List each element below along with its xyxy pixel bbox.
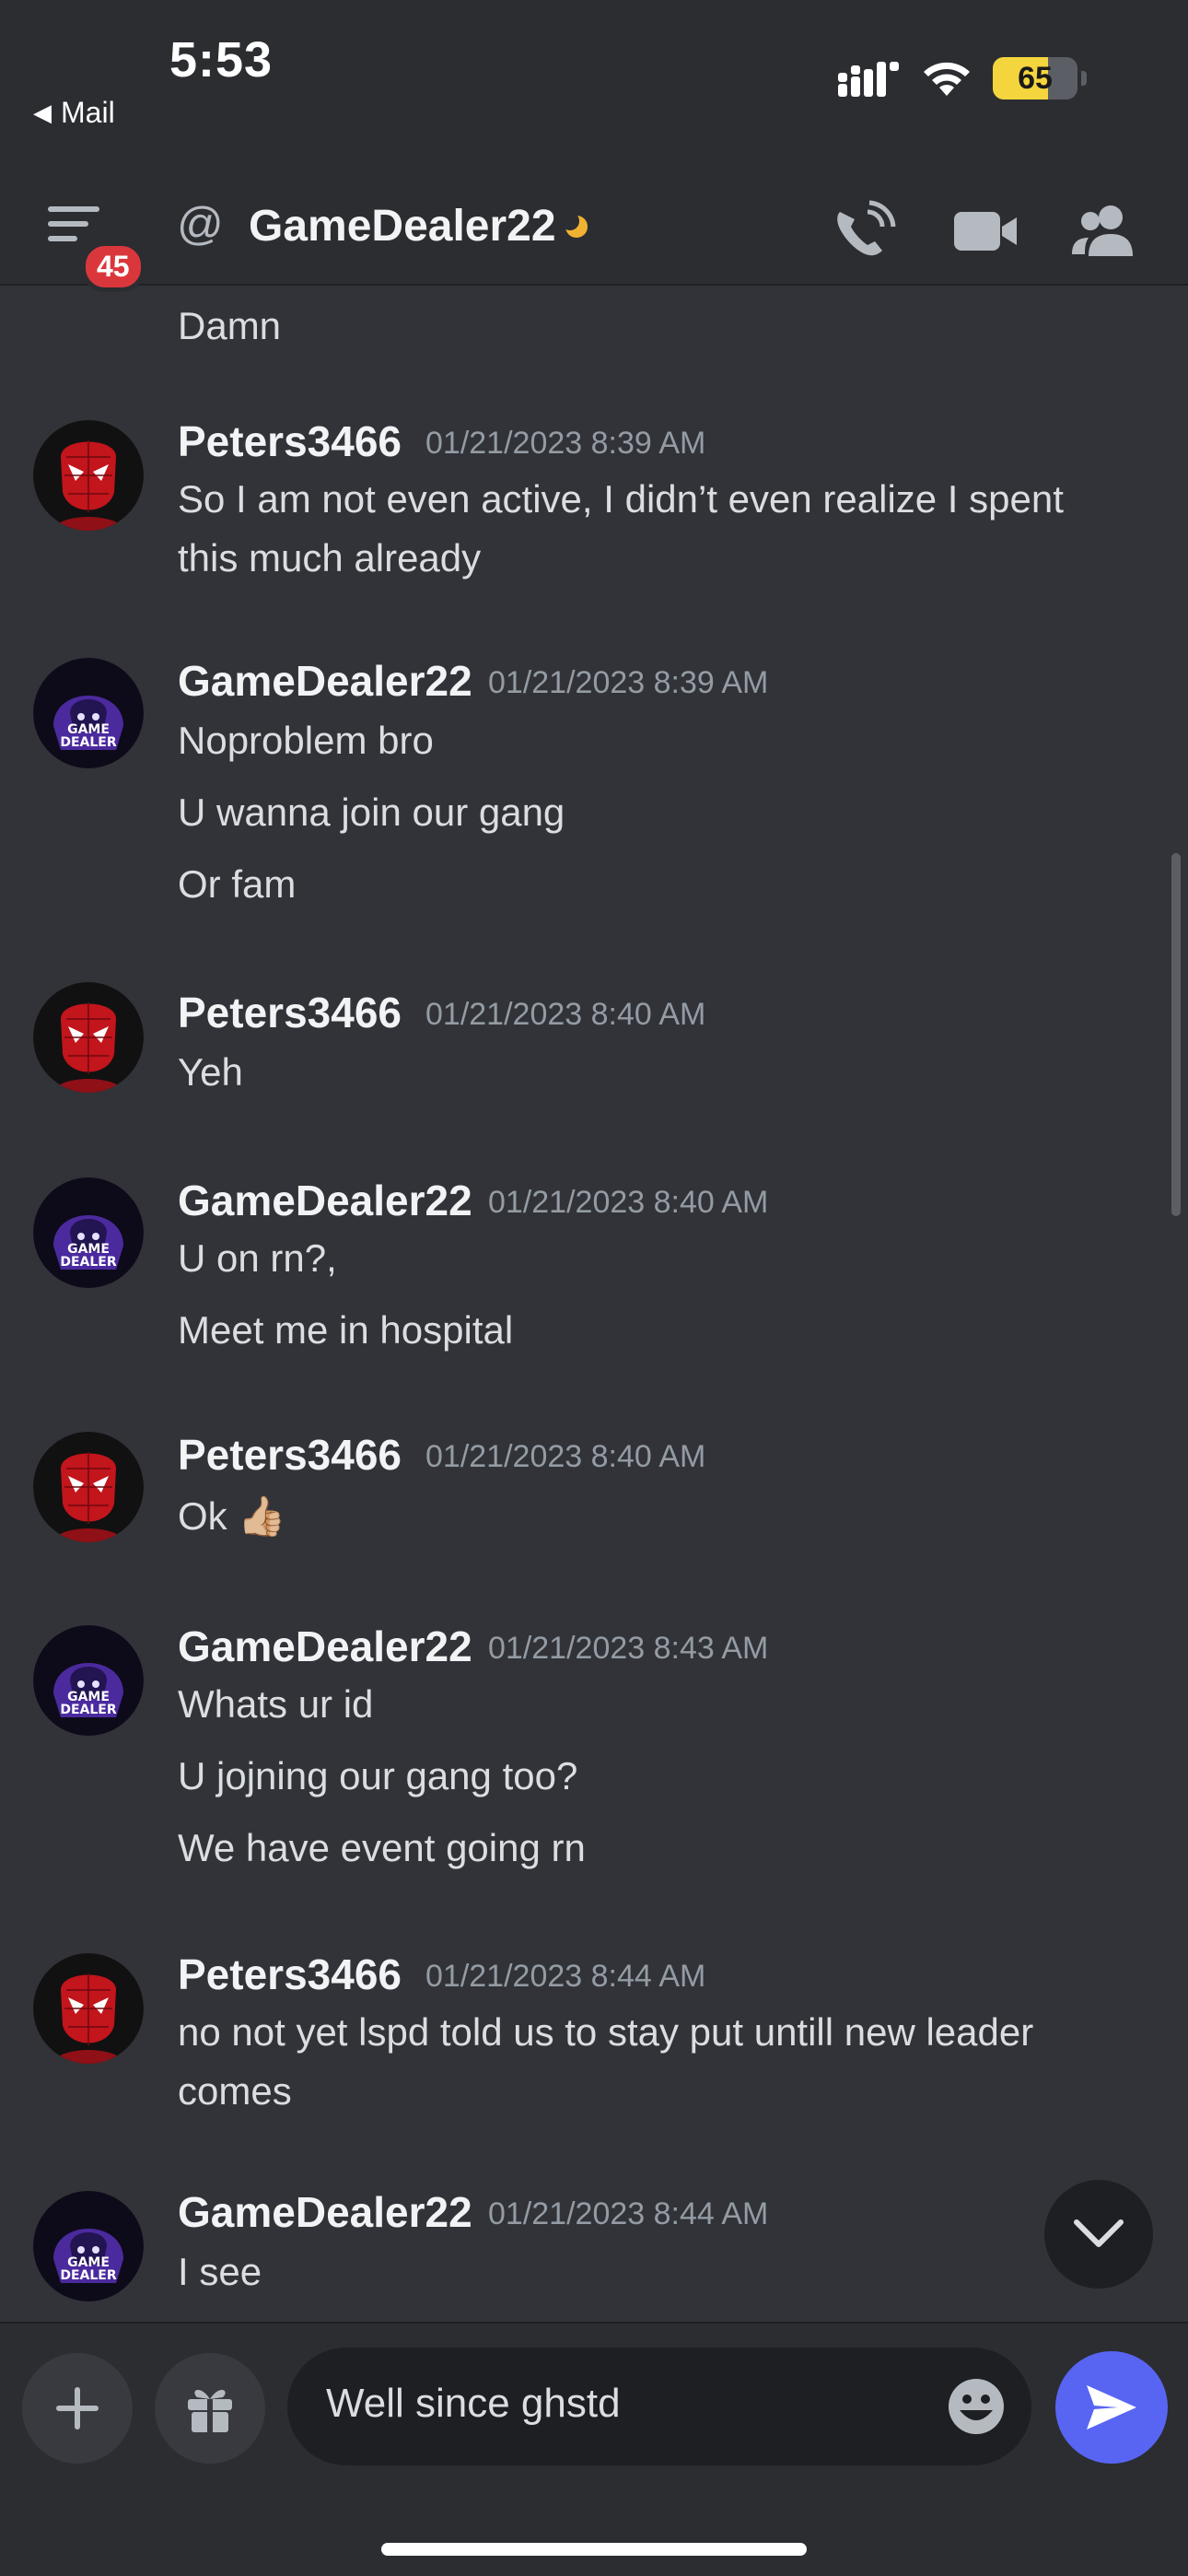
hamburger-icon bbox=[48, 206, 99, 241]
message-author[interactable]: GameDealer22 bbox=[178, 656, 472, 706]
unread-badge: 45 bbox=[81, 241, 146, 292]
thumbs-up-emoji: 👍🏼 bbox=[238, 1494, 286, 1538]
at-icon: @ bbox=[177, 198, 224, 250]
message-author[interactable]: Peters3466 bbox=[178, 1430, 402, 1480]
message-author[interactable]: GameDealer22 bbox=[178, 1176, 472, 1225]
message-timestamp: 01/21/2023 8:43 AM bbox=[488, 1631, 769, 1666]
spiderman-avatar[interactable] bbox=[33, 982, 144, 1093]
message-composer: Well since ghstd bbox=[0, 2322, 1188, 2576]
message-timestamp: 01/21/2023 8:40 AM bbox=[488, 1185, 769, 1220]
spiderman-avatar[interactable] bbox=[33, 420, 144, 531]
send-arrow-icon bbox=[1087, 2385, 1136, 2430]
back-label: Mail bbox=[61, 96, 115, 129]
back-triangle-icon: ◀ bbox=[33, 99, 52, 126]
message-line: Or fam bbox=[178, 862, 297, 906]
plus-icon bbox=[56, 2387, 99, 2430]
message-line: this much already bbox=[178, 536, 482, 580]
message-author[interactable]: GameDealer22 bbox=[178, 1622, 472, 1671]
message-line: Whats ur id bbox=[178, 1682, 374, 1726]
jump-to-bottom-button[interactable] bbox=[1044, 2180, 1153, 2289]
channel-header: 45 @ GameDealer22 bbox=[0, 175, 1188, 292]
message-author[interactable]: Peters3466 bbox=[178, 988, 402, 1037]
home-indicator[interactable] bbox=[381, 2543, 807, 2556]
voice-call-icon[interactable] bbox=[827, 199, 897, 263]
logo-text-dealer: DEALER bbox=[60, 2268, 117, 2283]
message-list[interactable]: Damn Peters3466 01/21/2023 8:39 AM So I … bbox=[0, 287, 1188, 2322]
scrollbar[interactable] bbox=[1171, 853, 1181, 1216]
channel-title[interactable]: GameDealer22 bbox=[249, 201, 556, 252]
message-line: comes bbox=[178, 2069, 292, 2113]
message-line: So I am not even active, I didn’t even r… bbox=[178, 477, 1064, 521]
message-line: U on rn?, bbox=[178, 1236, 337, 1280]
battery-level: 65 bbox=[1018, 60, 1053, 96]
message-line: Ok 👍🏼 bbox=[178, 1487, 286, 1546]
game-dealer-avatar[interactable]: GAME DEALER bbox=[33, 2191, 144, 2301]
message-line: U wanna join our gang bbox=[178, 790, 565, 834]
gift-icon bbox=[188, 2389, 232, 2432]
member-list-icon[interactable] bbox=[1068, 199, 1138, 263]
message-line: U jojning our gang too? bbox=[178, 1754, 578, 1797]
message-input-value[interactable]: Well since ghstd bbox=[326, 2381, 621, 2427]
idle-moon-icon bbox=[564, 214, 588, 238]
message-author[interactable]: GameDealer22 bbox=[178, 2187, 472, 2237]
message-line: Noproblem bro bbox=[178, 719, 434, 762]
back-to-mail-link[interactable]: ◀ Mail bbox=[33, 96, 115, 130]
message-author[interactable]: Peters3466 bbox=[178, 1950, 402, 1999]
status-bar: 5:53 ◀ Mail 65 bbox=[0, 0, 1188, 175]
logo-text-dealer: DEALER bbox=[60, 735, 117, 750]
message-text: Ok bbox=[178, 1494, 227, 1538]
message-line: Meet me in hospital bbox=[178, 1308, 514, 1352]
battery-icon: 65 bbox=[993, 57, 1077, 100]
message-author[interactable]: Peters3466 bbox=[178, 416, 402, 466]
message-timestamp: 01/21/2023 8:44 AM bbox=[488, 2196, 769, 2231]
emoji-icon[interactable] bbox=[947, 2377, 1006, 2436]
status-icons: 65 bbox=[838, 57, 1087, 100]
message-line: no not yet lspd told us to stay put unti… bbox=[178, 2010, 1034, 2054]
game-dealer-avatar[interactable]: GAME DEALER bbox=[33, 658, 144, 768]
message-timestamp: 01/21/2023 8:40 AM bbox=[425, 997, 706, 1032]
wifi-icon bbox=[924, 62, 970, 96]
status-time: 5:53 bbox=[169, 32, 274, 88]
menu-button[interactable]: 45 bbox=[48, 203, 146, 292]
send-button[interactable] bbox=[1055, 2351, 1168, 2464]
game-dealer-avatar[interactable]: GAME DEALER bbox=[33, 1625, 144, 1736]
message-line: Yeh bbox=[178, 1050, 243, 1094]
add-attachment-button[interactable] bbox=[22, 2353, 133, 2464]
message-line: Damn bbox=[178, 304, 282, 347]
message-timestamp: 01/21/2023 8:39 AM bbox=[488, 665, 769, 700]
video-call-icon[interactable] bbox=[950, 199, 1020, 263]
spiderman-avatar[interactable] bbox=[33, 1432, 144, 1542]
message-line: We have event going rn bbox=[178, 1826, 586, 1869]
message-line: I see bbox=[178, 2250, 262, 2293]
logo-text-dealer: DEALER bbox=[60, 1255, 117, 1270]
message-timestamp: 01/21/2023 8:39 AM bbox=[425, 426, 706, 461]
spiderman-avatar[interactable] bbox=[33, 1953, 144, 2064]
cellular-signal-icon bbox=[838, 62, 899, 97]
message-input[interactable]: Well since ghstd bbox=[287, 2348, 1031, 2465]
chevron-down-icon bbox=[1074, 2219, 1124, 2247]
message-timestamp: 01/21/2023 8:40 AM bbox=[425, 1439, 706, 1474]
game-dealer-avatar[interactable]: GAME DEALER bbox=[33, 1177, 144, 1288]
gift-button[interactable] bbox=[155, 2353, 265, 2464]
message-timestamp: 01/21/2023 8:44 AM bbox=[425, 1959, 706, 1994]
logo-text-dealer: DEALER bbox=[60, 1703, 117, 1717]
